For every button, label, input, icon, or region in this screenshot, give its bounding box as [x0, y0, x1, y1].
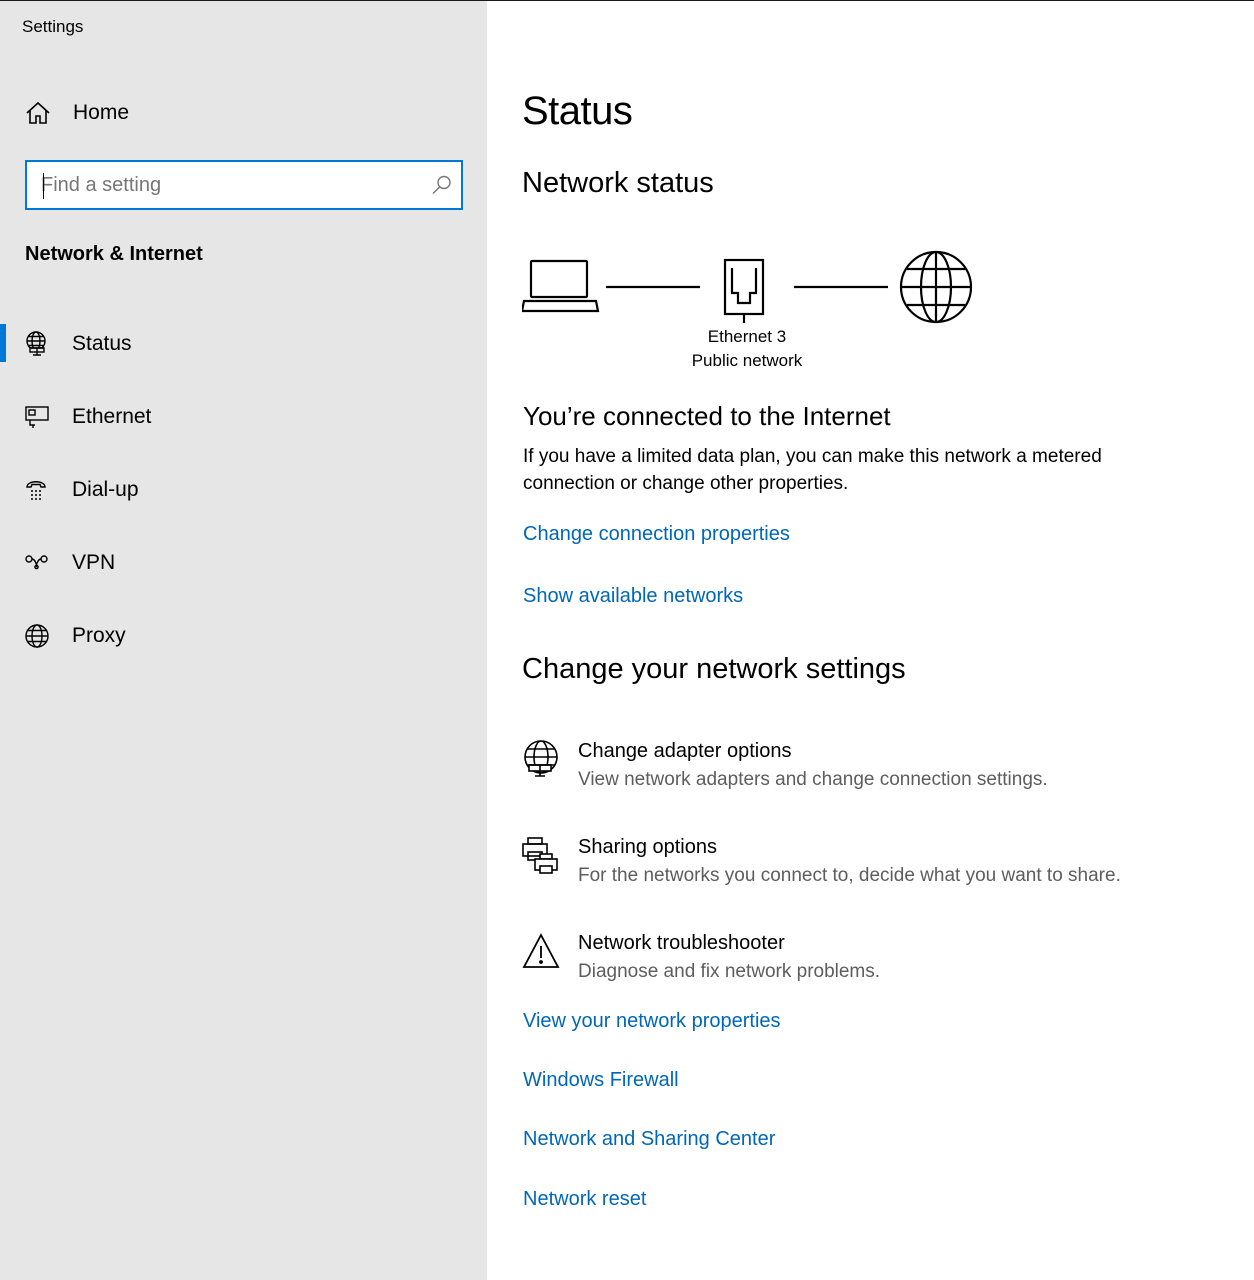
- sidebar-item-ethernet[interactable]: Ethernet: [0, 391, 487, 443]
- home-icon: [26, 101, 50, 124]
- network-troubleshooter[interactable]: Network troubleshooter Diagnose and fix …: [522, 932, 1202, 1002]
- option-title: Network troubleshooter: [578, 932, 785, 954]
- sidebar-item-label: Status: [72, 332, 132, 355]
- page-title: Status: [522, 89, 633, 133]
- network-sharing-center-link[interactable]: Network and Sharing Center: [523, 1128, 775, 1151]
- show-available-networks-link[interactable]: Show available networks: [523, 585, 743, 608]
- option-title: Change adapter options: [578, 740, 792, 762]
- sidebar-item-label: Ethernet: [72, 405, 152, 428]
- network-name: Ethernet 3: [707, 327, 787, 346]
- sidebar-item-vpn[interactable]: VPN: [0, 537, 487, 589]
- option-description: Diagnose and fix network problems.: [578, 961, 881, 982]
- internet-globe-icon: [899, 250, 973, 324]
- status-globe-icon: [26, 331, 46, 356]
- main-content: Status Network status Ethernet 3 Public …: [487, 1, 1254, 1280]
- ethernet-icon: [25, 406, 49, 428]
- change-adapter-options[interactable]: Change adapter options View network adap…: [522, 740, 1202, 810]
- sidebar: Settings Home Network & Internet Status: [0, 1, 487, 1280]
- warning-icon: [522, 933, 560, 968]
- network-status-heading: Network status: [522, 167, 714, 199]
- connected-description: If you have a limited data plan, you can…: [523, 446, 1102, 494]
- section-title: Network & Internet: [25, 243, 203, 265]
- app-title: Settings: [22, 17, 84, 36]
- sharing-options[interactable]: Sharing options For the networks you con…: [522, 836, 1202, 906]
- network-type: Public network: [691, 351, 803, 370]
- search-icon[interactable]: [431, 174, 453, 196]
- view-network-properties-link[interactable]: View your network properties: [523, 1010, 781, 1033]
- option-description: For the networks you connect to, decide …: [578, 865, 1121, 886]
- home-nav-item[interactable]: Home: [0, 91, 487, 135]
- sidebar-item-label: VPN: [72, 551, 116, 574]
- vpn-icon: [25, 555, 48, 570]
- option-description: View network adapters and change connect…: [578, 769, 1048, 790]
- home-label: Home: [73, 101, 130, 124]
- sharing-printers-icon: [522, 837, 558, 874]
- text-caret: [43, 173, 44, 199]
- change-connection-properties-link[interactable]: Change connection properties: [523, 523, 790, 546]
- dial-up-icon: [26, 481, 46, 500]
- sidebar-item-proxy[interactable]: Proxy: [0, 610, 487, 662]
- sidebar-item-status[interactable]: Status: [0, 318, 487, 370]
- ethernet-port-icon: [723, 258, 765, 323]
- search-box[interactable]: [25, 160, 463, 210]
- globe-icon: [25, 624, 49, 648]
- search-input[interactable]: [41, 170, 411, 200]
- selected-indicator: [0, 324, 6, 362]
- windows-firewall-link[interactable]: Windows Firewall: [523, 1069, 679, 1092]
- laptop-icon: [522, 259, 600, 313]
- change-network-settings-heading: Change your network settings: [522, 653, 906, 685]
- option-title: Sharing options: [578, 836, 717, 858]
- network-reset-link[interactable]: Network reset: [523, 1188, 646, 1211]
- connected-heading: You’re connected to the Internet: [523, 401, 891, 431]
- adapter-globe-icon: [524, 740, 558, 777]
- sidebar-item-dial-up[interactable]: Dial-up: [0, 464, 487, 516]
- sidebar-item-label: Proxy: [72, 624, 126, 647]
- sidebar-item-label: Dial-up: [72, 478, 139, 501]
